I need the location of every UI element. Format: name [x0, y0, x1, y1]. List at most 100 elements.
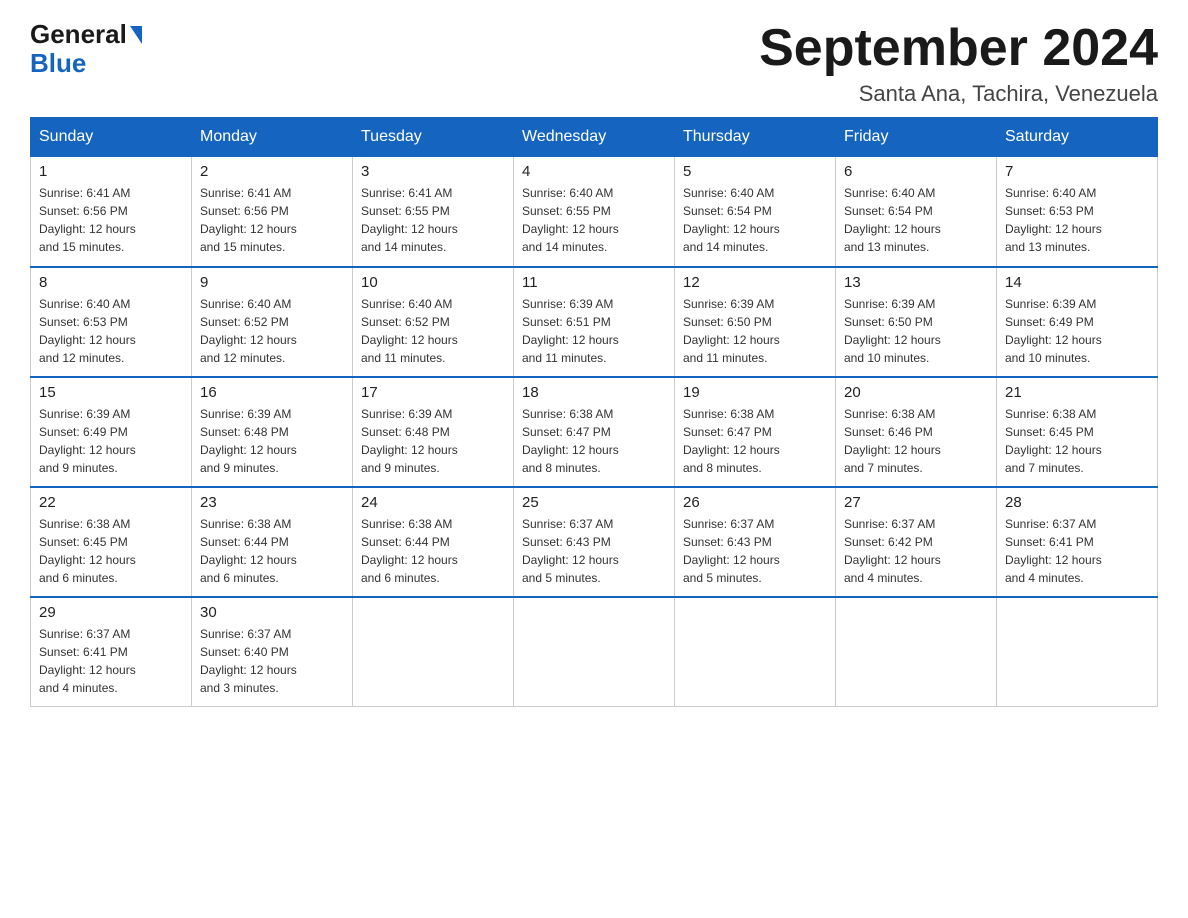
table-row: 5 Sunrise: 6:40 AMSunset: 6:54 PMDaylight… [675, 157, 836, 267]
day-info: Sunrise: 6:41 AMSunset: 6:56 PMDaylight:… [39, 184, 183, 256]
table-row: 29Sunrise: 6:37 AMSunset: 6:41 PMDayligh… [31, 597, 192, 707]
table-row: 25 Sunrise: 6:37 AMSunset: 6:43 PMDayligh… [514, 487, 675, 597]
calendar-week-row: 15Sunrise: 6:39 AMSunset: 6:49 PMDayligh… [31, 377, 1158, 487]
day-number: 25 [522, 494, 666, 511]
day-info: Sunrise: 6:41 AMSunset: 6:55 PMDaylight:… [361, 184, 505, 256]
day-info: Sunrise: 6:39 AMSunset: 6:48 PMDaylight:… [200, 405, 344, 477]
table-row: 18Sunrise: 6:38 AMSunset: 6:47 PMDayligh… [514, 377, 675, 487]
day-info: Sunrise: 6:37 AMSunset: 6:42 PMDaylight:… [844, 515, 988, 587]
logo-general-text: General [30, 20, 127, 49]
day-info: Sunrise: 6:40 AMSunset: 6:55 PMDaylight:… [522, 184, 666, 256]
day-number: 13 [844, 274, 988, 291]
day-number: 8 [39, 274, 183, 291]
day-number: 27 [844, 494, 988, 511]
day-number: 10 [361, 274, 505, 291]
table-row: 10 Sunrise: 6:40 AMSunset: 6:52 PMDayligh… [353, 267, 514, 377]
day-info: Sunrise: 6:39 AMSunset: 6:50 PMDaylight:… [844, 295, 988, 367]
day-info: Sunrise: 6:40 AMSunset: 6:52 PMDaylight:… [200, 295, 344, 367]
day-info: Sunrise: 6:39 AMSunset: 6:48 PMDaylight:… [361, 405, 505, 477]
logo-blue-text: Blue [30, 48, 86, 78]
day-number: 14 [1005, 274, 1149, 291]
day-number: 3 [361, 163, 505, 180]
day-number: 7 [1005, 163, 1149, 180]
table-row: 28 Sunrise: 6:37 AMSunset: 6:41 PMDayligh… [997, 487, 1158, 597]
day-info: Sunrise: 6:37 AMSunset: 6:40 PMDaylight:… [200, 625, 344, 697]
day-info: Sunrise: 6:39 AMSunset: 6:50 PMDaylight:… [683, 295, 827, 367]
table-row: 12 Sunrise: 6:39 AMSunset: 6:50 PMDayligh… [675, 267, 836, 377]
day-number: 29 [39, 604, 183, 621]
table-row [675, 597, 836, 707]
table-row: 22 Sunrise: 6:38 AMSunset: 6:45 PMDayligh… [31, 487, 192, 597]
header-sunday: Sunday [31, 118, 192, 157]
calendar-table: Sunday Monday Tuesday Wednesday Thursday… [30, 117, 1158, 707]
table-row: 13 Sunrise: 6:39 AMSunset: 6:50 PMDayligh… [836, 267, 997, 377]
location-subtitle: Santa Ana, Tachira, Venezuela [759, 81, 1158, 107]
day-number: 2 [200, 163, 344, 180]
table-row: 17 Sunrise: 6:39 AMSunset: 6:48 PMDayligh… [353, 377, 514, 487]
day-number: 12 [683, 274, 827, 291]
day-info: Sunrise: 6:40 AMSunset: 6:53 PMDaylight:… [1005, 184, 1149, 256]
table-row: 15Sunrise: 6:39 AMSunset: 6:49 PMDayligh… [31, 377, 192, 487]
day-number: 9 [200, 274, 344, 291]
table-row [836, 597, 997, 707]
day-info: Sunrise: 6:38 AMSunset: 6:44 PMDaylight:… [200, 515, 344, 587]
table-row: 4 Sunrise: 6:40 AMSunset: 6:55 PMDaylight… [514, 157, 675, 267]
table-row: 7 Sunrise: 6:40 AMSunset: 6:53 PMDaylight… [997, 157, 1158, 267]
table-row: 16 Sunrise: 6:39 AMSunset: 6:48 PMDayligh… [192, 377, 353, 487]
day-info: Sunrise: 6:40 AMSunset: 6:53 PMDaylight:… [39, 295, 183, 367]
day-info: Sunrise: 6:41 AMSunset: 6:56 PMDaylight:… [200, 184, 344, 256]
day-number: 4 [522, 163, 666, 180]
day-info: Sunrise: 6:40 AMSunset: 6:54 PMDaylight:… [844, 184, 988, 256]
calendar-week-row: 8 Sunrise: 6:40 AMSunset: 6:53 PMDaylight… [31, 267, 1158, 377]
day-number: 23 [200, 494, 344, 511]
day-info: Sunrise: 6:40 AMSunset: 6:54 PMDaylight:… [683, 184, 827, 256]
day-info: Sunrise: 6:39 AMSunset: 6:51 PMDaylight:… [522, 295, 666, 367]
calendar-week-row: 22 Sunrise: 6:38 AMSunset: 6:45 PMDayligh… [31, 487, 1158, 597]
day-info: Sunrise: 6:37 AMSunset: 6:43 PMDaylight:… [683, 515, 827, 587]
table-row: 26 Sunrise: 6:37 AMSunset: 6:43 PMDayligh… [675, 487, 836, 597]
day-info: Sunrise: 6:37 AMSunset: 6:43 PMDaylight:… [522, 515, 666, 587]
header-friday: Friday [836, 118, 997, 157]
table-row: 23 Sunrise: 6:38 AMSunset: 6:44 PMDayligh… [192, 487, 353, 597]
table-row: 11 Sunrise: 6:39 AMSunset: 6:51 PMDayligh… [514, 267, 675, 377]
day-number: 19 [683, 384, 827, 401]
day-number: 26 [683, 494, 827, 511]
header-tuesday: Tuesday [353, 118, 514, 157]
day-number: 11 [522, 274, 666, 291]
table-row: 30 Sunrise: 6:37 AMSunset: 6:40 PMDayligh… [192, 597, 353, 707]
month-title: September 2024 [759, 20, 1158, 77]
day-number: 30 [200, 604, 344, 621]
table-row [514, 597, 675, 707]
header-saturday: Saturday [997, 118, 1158, 157]
table-row: 27 Sunrise: 6:37 AMSunset: 6:42 PMDayligh… [836, 487, 997, 597]
table-row: 21 Sunrise: 6:38 AMSunset: 6:45 PMDayligh… [997, 377, 1158, 487]
day-number: 5 [683, 163, 827, 180]
header-monday: Monday [192, 118, 353, 157]
logo: General Blue [30, 20, 142, 77]
table-row [997, 597, 1158, 707]
day-number: 24 [361, 494, 505, 511]
header-thursday: Thursday [675, 118, 836, 157]
day-number: 21 [1005, 384, 1149, 401]
day-number: 17 [361, 384, 505, 401]
day-number: 16 [200, 384, 344, 401]
calendar-week-row: 1 Sunrise: 6:41 AMSunset: 6:56 PMDaylight… [31, 157, 1158, 267]
day-number: 15 [39, 384, 183, 401]
logo-triangle-icon [130, 26, 142, 44]
day-info: Sunrise: 6:38 AMSunset: 6:45 PMDaylight:… [1005, 405, 1149, 477]
day-info: Sunrise: 6:39 AMSunset: 6:49 PMDaylight:… [1005, 295, 1149, 367]
day-number: 1 [39, 163, 183, 180]
day-info: Sunrise: 6:40 AMSunset: 6:52 PMDaylight:… [361, 295, 505, 367]
calendar-header-row: Sunday Monday Tuesday Wednesday Thursday… [31, 118, 1158, 157]
calendar-week-row: 29Sunrise: 6:37 AMSunset: 6:41 PMDayligh… [31, 597, 1158, 707]
table-row: 8 Sunrise: 6:40 AMSunset: 6:53 PMDaylight… [31, 267, 192, 377]
table-row: 19 Sunrise: 6:38 AMSunset: 6:47 PMDayligh… [675, 377, 836, 487]
day-info: Sunrise: 6:38 AMSunset: 6:47 PMDaylight:… [522, 405, 666, 477]
day-info: Sunrise: 6:38 AMSunset: 6:45 PMDaylight:… [39, 515, 183, 587]
table-row: 24 Sunrise: 6:38 AMSunset: 6:44 PMDayligh… [353, 487, 514, 597]
day-info: Sunrise: 6:38 AMSunset: 6:47 PMDaylight:… [683, 405, 827, 477]
day-info: Sunrise: 6:37 AMSunset: 6:41 PMDaylight:… [1005, 515, 1149, 587]
day-info: Sunrise: 6:38 AMSunset: 6:44 PMDaylight:… [361, 515, 505, 587]
day-number: 28 [1005, 494, 1149, 511]
day-number: 22 [39, 494, 183, 511]
